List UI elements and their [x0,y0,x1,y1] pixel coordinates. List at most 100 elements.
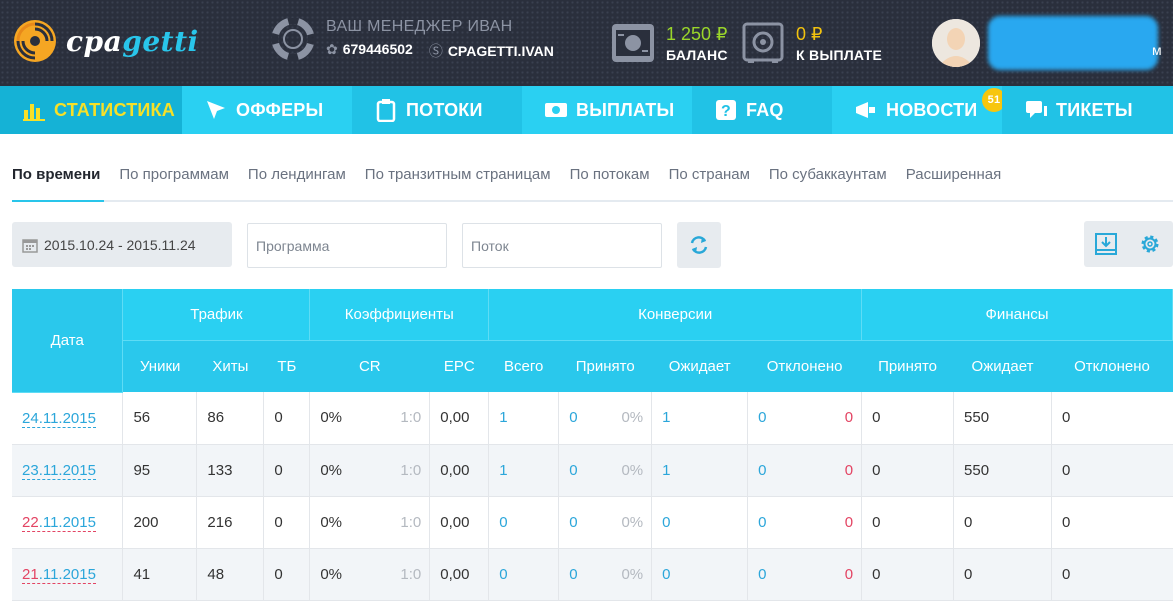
subtabs-divider [12,200,1173,202]
group-coefficients: Коэффициенты [309,289,490,341]
cash-icon [612,24,654,62]
subtab-by-time[interactable]: По времени [12,166,100,183]
avatar[interactable] [932,19,980,67]
balance-block[interactable]: 1 250 ₽ БАЛАНС [610,22,728,64]
chat-icon [1026,101,1047,118]
nav-item-streams[interactable]: ПОТОКИ [352,86,522,134]
cell-epc: 0,00 [429,496,490,549]
manager-icq[interactable]: ✿ 679446502 [326,41,413,61]
stats-table: Дата Трафик Коэффициенты Конверсии Финан… [12,289,1173,601]
user-menu[interactable] [932,16,1158,70]
cell-conv-rejected[interactable]: 00 [747,496,863,549]
cell-epc: 0,00 [429,444,490,497]
group-conversions: Конверсии [488,289,863,341]
cell-fin-rejected: 0 [1051,444,1173,497]
top-header: cpagetti ВАШ МЕНЕДЖЕР ИВАН ✿ 679446502 Ⓢ C… [0,0,1173,86]
cell-conv-total[interactable]: 1 [488,444,560,497]
col-fin-accepted[interactable]: Принято [861,340,954,392]
cell-epc: 0,00 [429,392,490,445]
gear-icon [1141,235,1159,253]
col-uniq[interactable]: Уники [122,340,197,392]
date-range-picker[interactable]: 2015.10.24 - 2015.11.24 [12,222,232,267]
subtab-advanced[interactable]: Расширенная [906,166,1001,183]
stats-subtabs: По времени По программам По лендингам По… [12,166,1020,183]
col-fin-pending[interactable]: Ожидает [953,340,1052,392]
money-icon [545,103,567,117]
cell-conv-accepted[interactable]: 0 0% [558,496,653,549]
subtab-by-programs[interactable]: По программам [119,166,229,183]
subtab-by-landings[interactable]: По лендингам [248,166,346,183]
cell-hits: 133 [196,444,265,497]
date-link[interactable]: 24.11.2015 [22,409,96,428]
col-cr[interactable]: CR [309,340,430,392]
cell-date[interactable]: 23.11.2015 [12,444,124,497]
cell-tb: 0 [263,496,311,549]
cell-fin-pending: 550 [953,444,1052,497]
active-subtab-underline [12,200,104,202]
cell-conv-total[interactable]: 1 [488,392,560,445]
skype-icon: Ⓢ [428,43,443,59]
cell-uniq: 41 [122,548,198,601]
cell-conv-pending[interactable]: 0 [651,496,749,549]
nav-item-faq[interactable]: ? FAQ [692,86,832,134]
user-name-tail: м [1152,42,1162,58]
cell-date[interactable]: 24.11.2015 [12,392,124,445]
group-finances: Финансы [861,289,1173,341]
subtab-by-countries[interactable]: По странам [669,166,750,183]
col-conv-total[interactable]: Всего [488,340,559,392]
logo-text: cpagetti [66,24,199,58]
col-date-header[interactable]: Дата [12,289,124,393]
cell-conv-accepted[interactable]: 0 0% [558,444,653,497]
nav-item-news[interactable]: НОВОСТИ 51 [832,86,1006,134]
col-conv-rejected[interactable]: Отклонено [747,340,862,392]
col-epc[interactable]: EPC [429,340,489,392]
date-link[interactable]: 21.11.2015 [22,565,96,584]
table-row: 23.11.2015 95 133 0 0% 1:0 0,00 1 0 0% 1 0 0 0 550 0 [12,444,1173,497]
balance-value: 1 250 ₽ [666,23,728,44]
col-fin-rejected[interactable]: Отклонено [1051,340,1173,392]
manager-block: ВАШ МЕНЕДЖЕР ИВАН ✿ 679446502 Ⓢ CPAGETTI.I… [272,18,554,61]
cell-conv-accepted[interactable]: 0 0% [558,392,653,445]
download-button[interactable] [1084,221,1128,267]
cell-conv-accepted[interactable]: 0 0% [558,548,653,601]
subtab-by-transit-pages[interactable]: По транзитным страницам [365,166,551,183]
subtab-by-streams[interactable]: По потокам [570,166,650,183]
cell-conv-rejected[interactable]: 00 [747,444,863,497]
cell-conv-pending[interactable]: 1 [651,392,749,445]
col-conv-pending[interactable]: Ожидает [651,340,748,392]
nav-item-tickets[interactable]: ТИКЕТЫ [1002,86,1173,134]
group-traffic: Трафик [122,289,311,341]
cell-fin-accepted: 0 [861,444,955,497]
date-link[interactable]: 22.11.2015 [22,513,96,532]
nav-item-offers[interactable]: ОФФЕРЫ [182,86,352,134]
date-link[interactable]: 23.11.2015 [22,461,96,480]
table-row: 24.11.2015 56 86 0 0% 1:0 0,00 1 0 0% 1 0 0 0 550 0 [12,392,1173,445]
logo[interactable]: cpagetti [12,18,199,64]
table-actions [1084,221,1173,267]
cell-conv-rejected[interactable]: 00 [747,548,863,601]
user-name-redacted [988,16,1158,70]
col-hits[interactable]: Хиты [196,340,264,392]
cell-date[interactable]: 21.11.2015 [12,548,124,601]
nav-item-statistics[interactable]: СТАТИСТИКА [0,86,182,134]
stream-input[interactable] [462,223,662,268]
nav-item-payouts[interactable]: ВЫПЛАТЫ [522,86,692,134]
cell-date[interactable]: 22.11.2015 [12,496,124,549]
refresh-button[interactable] [677,222,721,268]
payout-block[interactable]: 0 ₽ К ВЫПЛАТЕ [740,22,882,64]
subtab-by-subaccounts[interactable]: По субаккаунтам [769,166,887,183]
cell-conv-total[interactable]: 0 [488,496,560,549]
cell-conv-pending[interactable]: 0 [651,548,749,601]
col-tb[interactable]: ТБ [263,340,310,392]
calendar-icon [22,238,38,253]
cell-conv-rejected[interactable]: 00 [747,392,863,445]
manager-skype[interactable]: Ⓢ CPAGETTI.IVAN [429,41,554,61]
cell-conv-total[interactable]: 0 [488,548,560,601]
cell-fin-rejected: 0 [1051,496,1173,549]
settings-button[interactable] [1128,221,1172,267]
program-input[interactable] [247,223,447,268]
cell-conv-pending[interactable]: 1 [651,444,749,497]
cell-hits: 86 [196,392,265,445]
col-conv-accepted[interactable]: Принято [558,340,652,392]
cell-cr: 0% 1:0 [309,548,431,601]
